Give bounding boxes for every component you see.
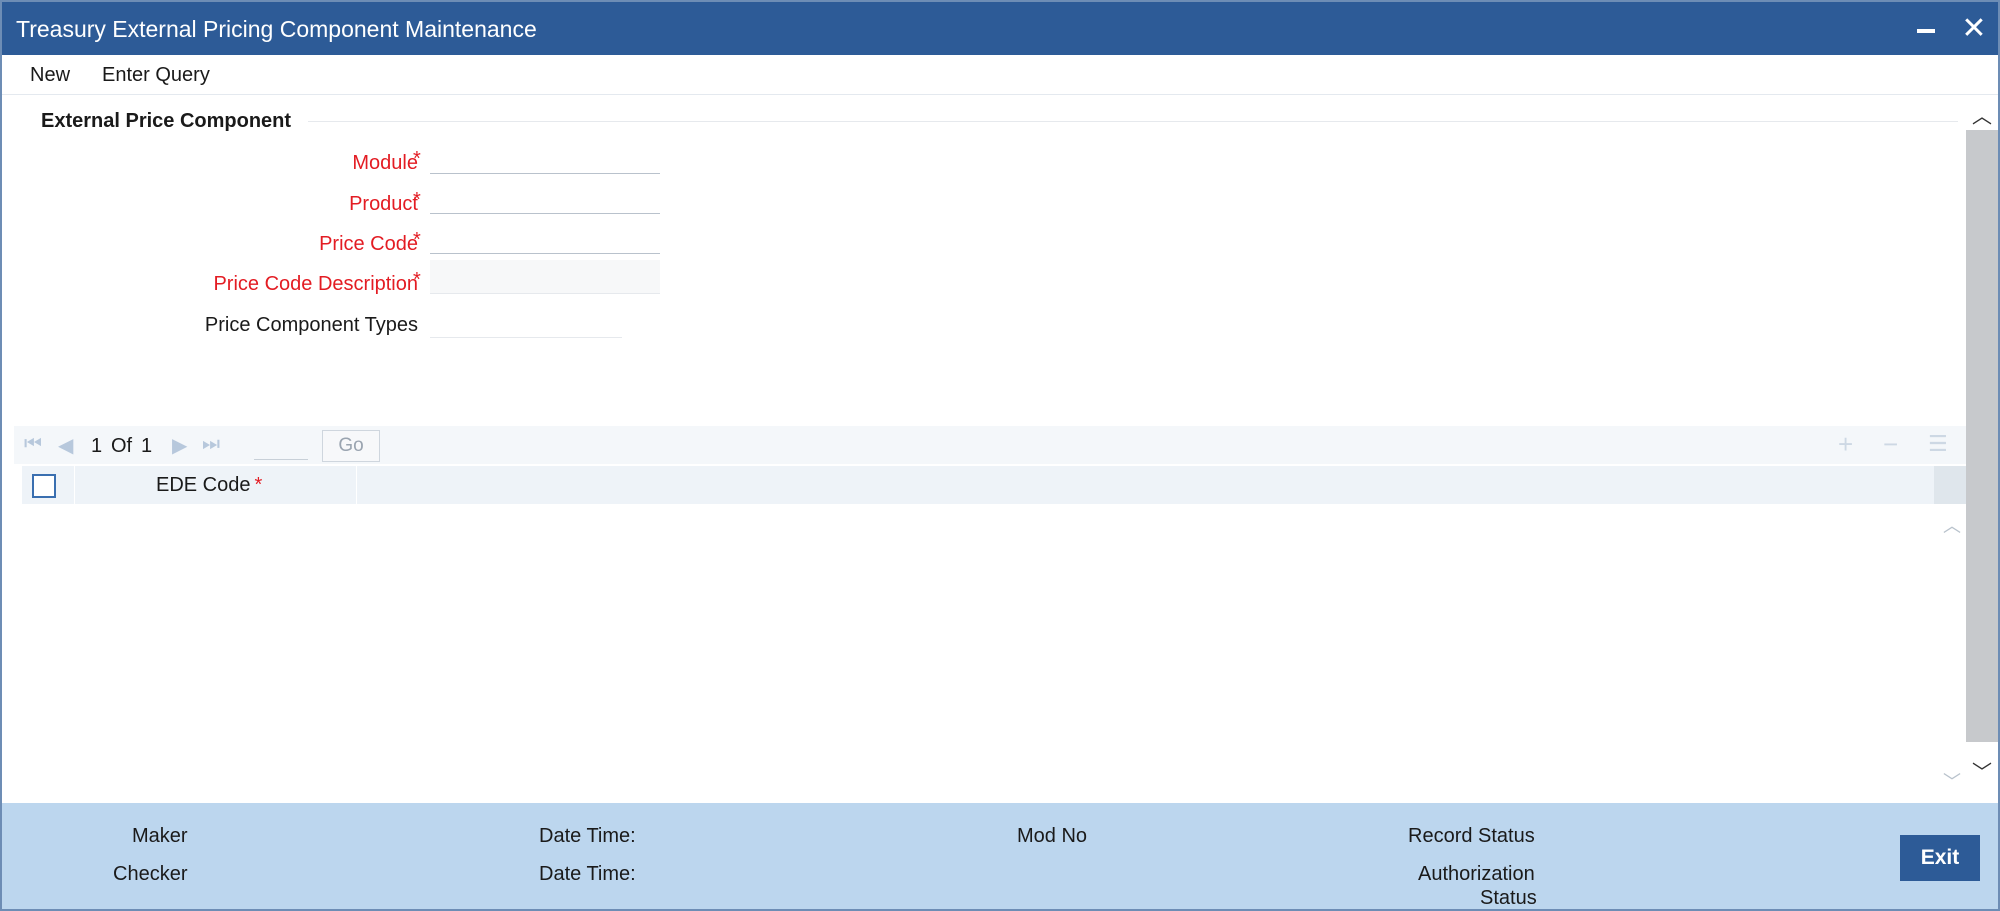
grid-scrollbar[interactable]: ︿ ﹀ — [1934, 466, 1968, 796]
next-page-icon[interactable]: ▶ — [172, 433, 187, 458]
chevron-up-icon[interactable]: ︿ — [1943, 512, 1961, 538]
mod-no-label: Mod No — [1017, 825, 1088, 847]
price-component-types-input[interactable] — [430, 304, 622, 338]
app-window: Treasury External Pricing Component Main… — [0, 0, 2000, 911]
price-component-types-label: Price Component Types — [204, 314, 418, 336]
column-separator — [356, 466, 357, 504]
chevron-down-icon[interactable]: ﹀ — [1943, 768, 1961, 794]
maker-label: Maker — [132, 825, 188, 847]
previous-page-icon[interactable]: ◀ — [58, 433, 73, 458]
minimize-button[interactable] — [1908, 10, 1944, 46]
authorization-status-label-line1: Authorization — [1418, 863, 1535, 885]
column-header-label: EDE Code — [156, 474, 251, 496]
exit-button[interactable]: Exit — [1900, 835, 1980, 881]
column-separator — [74, 466, 75, 504]
minimize-icon — [1917, 29, 1935, 33]
page-number-input[interactable] — [254, 430, 308, 460]
price-code-label: Price Code — [319, 233, 418, 255]
grid-pagination-toolbar: ⏮ ◀ 1 Of 1 ▶ ⏭ Go + − ☰ — [14, 426, 1966, 464]
audit-footer: Maker Checker Date Time: Date Time: Mod … — [2, 803, 1998, 909]
first-page-icon[interactable]: ⏮ — [24, 433, 42, 456]
page-of-label: Of — [111, 435, 133, 457]
module-required-mark: * — [413, 148, 421, 170]
module-input[interactable] — [430, 140, 660, 174]
checker-label: Checker — [113, 863, 188, 885]
product-required-mark: * — [413, 189, 421, 211]
main-scrollbar[interactable]: ︿ ﹀ — [1966, 96, 1998, 790]
section-title: External Price Component — [41, 110, 292, 132]
price-code-required-mark: * — [413, 229, 421, 251]
select-all-checkbox[interactable] — [32, 474, 56, 498]
last-page-icon[interactable]: ⏭ — [202, 433, 220, 456]
go-button[interactable]: Go — [322, 430, 380, 462]
product-label: Product — [349, 193, 418, 215]
price-code-description-input[interactable] — [430, 260, 660, 294]
menu-item-new[interactable]: New — [30, 64, 70, 87]
add-row-icon[interactable]: + — [1838, 429, 1853, 460]
main-content: External Price Component Module * Produc… — [8, 96, 1968, 803]
current-page: 1 — [91, 435, 103, 457]
checker-date-time-label: Date Time: — [539, 863, 636, 885]
record-status-label: Record Status — [1408, 825, 1535, 847]
window-title: Treasury External Pricing Component Main… — [16, 16, 537, 42]
menu-item-enter-query[interactable]: Enter Query — [102, 64, 210, 87]
section-divider — [308, 121, 1958, 122]
price-code-input[interactable] — [430, 220, 660, 254]
column-required-mark: * — [254, 474, 263, 496]
total-pages: 1 — [141, 435, 153, 457]
close-button[interactable]: ✕ — [1956, 10, 1992, 46]
column-header-ede-code[interactable]: EDE Code * — [156, 474, 262, 497]
close-icon: ✕ — [1961, 11, 1987, 45]
product-input[interactable] — [430, 180, 660, 214]
grid-scrollbar-header — [1934, 466, 1968, 504]
grid-header: EDE Code * — [22, 466, 1934, 504]
scroll-up-icon[interactable]: ︿ — [1972, 100, 1992, 129]
scroll-down-icon[interactable]: ﹀ — [1972, 756, 1992, 785]
title-bar: Treasury External Pricing Component Main… — [2, 2, 1998, 55]
scrollbar-track[interactable] — [1966, 130, 1998, 742]
maker-date-time-label: Date Time: — [539, 825, 636, 847]
authorization-status-label-line2: Status — [1480, 887, 1537, 909]
menu-bar: New Enter Query — [2, 55, 1998, 95]
delete-row-icon[interactable]: − — [1883, 429, 1898, 460]
price-code-description-label: Price Code Description — [213, 273, 418, 295]
price-code-description-required-mark: * — [413, 269, 421, 291]
list-view-icon[interactable]: ☰ — [1928, 431, 1948, 457]
module-label: Module — [352, 152, 418, 174]
